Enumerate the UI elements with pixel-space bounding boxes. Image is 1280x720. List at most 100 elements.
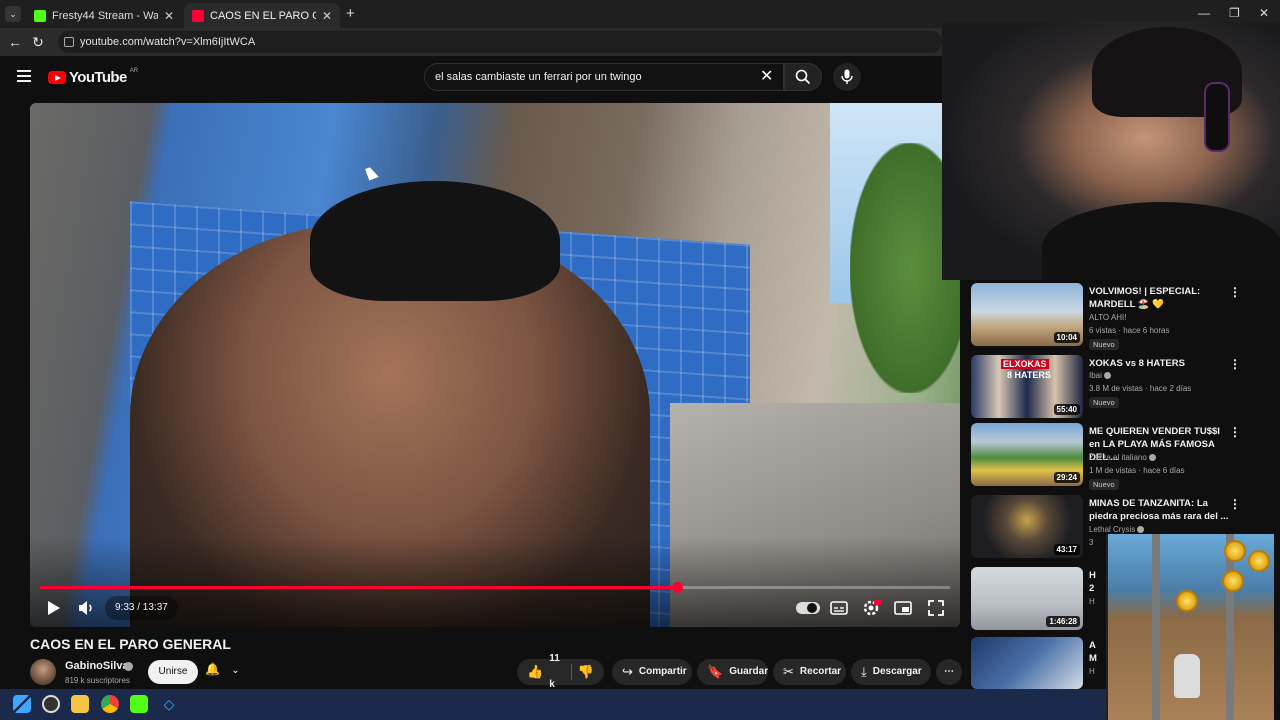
coin-icon bbox=[1176, 590, 1198, 612]
tab-search-button[interactable]: ⌄ bbox=[5, 6, 21, 22]
channel-name[interactable]: ALTO AHI! bbox=[1089, 313, 1127, 322]
recommended-video[interactable]: 29:24 ME QUIEREN VENDER TU$$I en LA PLAY… bbox=[971, 423, 1271, 490]
thumbnail-text: 8 HATERS bbox=[1007, 370, 1051, 380]
download-icon: ⤓ bbox=[861, 664, 867, 679]
notifications-button[interactable]: 🔔 ⌄ bbox=[205, 662, 253, 682]
url-field[interactable]: youtube.com/watch?v=Xlm6IjItWCA bbox=[58, 31, 942, 53]
dislike-icon[interactable]: 👎 bbox=[578, 659, 594, 685]
file-explorer-icon[interactable] bbox=[71, 695, 89, 713]
more-actions-button[interactable]: ⋯ bbox=[936, 659, 962, 685]
close-icon[interactable]: ✕ bbox=[322, 9, 332, 23]
autoplay-toggle[interactable] bbox=[796, 602, 820, 614]
minimize-icon[interactable]: — bbox=[1198, 6, 1210, 20]
game-character bbox=[1174, 654, 1200, 698]
play-icon[interactable] bbox=[42, 598, 64, 618]
scissors-icon: ✂ bbox=[783, 664, 794, 679]
video-title[interactable]: XOKAS vs 8 HATERS bbox=[1089, 357, 1229, 370]
video-thumbnail[interactable]: ELXOKAS 8 HATERS 55:40 bbox=[971, 355, 1083, 418]
video-title: CAOS EN EL PARO GENERAL bbox=[30, 636, 231, 652]
search-button[interactable] bbox=[784, 63, 822, 91]
channel-name[interactable]: H bbox=[1089, 667, 1095, 676]
channel-name[interactable]: Lethal Crysis bbox=[1089, 525, 1145, 534]
video-thumbnail[interactable] bbox=[971, 637, 1083, 689]
video-thumbnail[interactable]: 1:46:28 bbox=[971, 567, 1083, 630]
duration-badge: 29:24 bbox=[1053, 472, 1080, 483]
close-window-icon[interactable]: ✕ bbox=[1259, 6, 1269, 20]
video-meta: 3.8 M de vistas · hace 2 días bbox=[1089, 384, 1192, 393]
search-icon bbox=[795, 69, 811, 85]
bookmark-icon: 🔖 bbox=[707, 664, 724, 679]
windows-taskbar: ◇ bbox=[0, 689, 1106, 720]
channel-name[interactable]: H bbox=[1089, 597, 1095, 606]
video-title[interactable]: H 2 bbox=[1089, 569, 1103, 595]
join-button[interactable]: Unirse bbox=[148, 660, 198, 684]
recommended-video[interactable]: ELXOKAS 8 HATERS 55:40 XOKAS vs 8 HATERS… bbox=[971, 355, 1271, 419]
reload-icon[interactable]: ↻ bbox=[29, 33, 47, 51]
new-badge: Nuevo bbox=[1089, 397, 1119, 408]
save-button[interactable]: 🔖 Guardar bbox=[697, 659, 768, 685]
tab-fresty-stream[interactable]: Fresty44 Stream - Watch Live o ✕ bbox=[26, 3, 182, 28]
restore-icon[interactable]: ❐ bbox=[1229, 6, 1240, 20]
kebab-menu-icon[interactable]: ⋮ bbox=[1229, 357, 1241, 371]
progress-bar[interactable] bbox=[40, 582, 950, 593]
scrubber-handle[interactable] bbox=[672, 582, 683, 593]
settings-gear-icon[interactable] bbox=[860, 598, 882, 618]
volume-icon[interactable] bbox=[75, 598, 97, 618]
channel-label: Lethal Crysis bbox=[1089, 525, 1136, 534]
video-player[interactable]: 9:33 / 13:37 bbox=[30, 103, 960, 627]
chevron-down-icon: ⌄ bbox=[231, 665, 240, 676]
video-title[interactable]: A M bbox=[1089, 639, 1103, 665]
video-title[interactable]: MINAS DE TANZANITA: La piedra preciosa m… bbox=[1089, 497, 1229, 523]
coin-icon bbox=[1248, 550, 1270, 572]
tab-youtube-video[interactable]: CAOS EN EL PARO GENERAL - Y ✕ bbox=[184, 3, 340, 28]
channel-label: Zazza el italiano bbox=[1089, 453, 1147, 462]
kebab-menu-icon[interactable]: ⋮ bbox=[1229, 497, 1241, 511]
channel-avatar[interactable] bbox=[30, 659, 56, 685]
share-icon: ↪ bbox=[622, 664, 633, 679]
channel-name[interactable]: Zazza el italiano bbox=[1089, 453, 1156, 462]
more-icon: ⋯ bbox=[944, 666, 954, 677]
kebab-menu-icon[interactable]: ⋮ bbox=[1229, 425, 1241, 439]
app-icon[interactable]: ◇ bbox=[160, 695, 178, 713]
hamburger-menu-icon[interactable] bbox=[17, 70, 31, 82]
clear-search-icon[interactable]: ✕ bbox=[760, 66, 773, 86]
tab-title: CAOS EN EL PARO GENERAL - Y bbox=[210, 9, 316, 22]
close-icon[interactable]: ✕ bbox=[164, 9, 174, 23]
fullscreen-icon[interactable] bbox=[925, 598, 947, 618]
channel-name[interactable]: Ibai bbox=[1089, 371, 1111, 380]
tab-title: Fresty44 Stream - Watch Live o bbox=[52, 9, 158, 22]
verified-icon bbox=[124, 662, 133, 671]
time-display: 9:33 / 13:37 bbox=[105, 596, 178, 620]
youtube-header: YouTube AR el salas cambiaste un ferrari… bbox=[0, 56, 942, 100]
video-thumbnail[interactable]: 43:17 bbox=[971, 495, 1083, 558]
share-button[interactable]: ↪ Compartir bbox=[612, 659, 692, 685]
chrome-icon[interactable] bbox=[101, 695, 119, 713]
channel-name[interactable]: GabinoSilva bbox=[65, 660, 129, 672]
clip-button[interactable]: ✂ Recortar bbox=[773, 659, 846, 685]
video-thumbnail[interactable]: 10:04 bbox=[971, 283, 1083, 346]
webcam-person-shirt bbox=[1042, 202, 1280, 280]
search-input[interactable]: el salas cambiaste un ferrari por un twi… bbox=[424, 63, 784, 91]
like-icon[interactable]: 👍 bbox=[527, 659, 543, 685]
back-icon[interactable]: ← bbox=[6, 33, 24, 51]
new-badge: Nuevo bbox=[1089, 339, 1119, 350]
video-thumbnail[interactable]: 29:24 bbox=[971, 423, 1083, 486]
miniplayer-icon[interactable] bbox=[892, 598, 914, 618]
recommended-video[interactable]: 10:04 VOLVIMOS! | ESPECIAL: MARDELL 🏖️ 💛… bbox=[971, 283, 1271, 350]
windows-start-icon[interactable] bbox=[13, 695, 31, 713]
save-label: Guardar bbox=[729, 666, 769, 677]
voice-search-button[interactable] bbox=[833, 63, 861, 91]
kick-icon[interactable] bbox=[130, 695, 148, 713]
kick-icon bbox=[34, 9, 46, 22]
obs-icon[interactable] bbox=[42, 695, 60, 713]
video-title[interactable]: VOLVIMOS! | ESPECIAL: MARDELL 🏖️ 💛 bbox=[1089, 285, 1229, 311]
subtitles-icon[interactable] bbox=[828, 598, 850, 618]
duration-badge: 43:17 bbox=[1053, 544, 1080, 555]
youtube-logo[interactable]: YouTube AR bbox=[48, 68, 138, 86]
kebab-menu-icon[interactable]: ⋮ bbox=[1229, 285, 1241, 299]
duration-badge: 55:40 bbox=[1053, 404, 1080, 415]
site-info-icon[interactable] bbox=[64, 37, 74, 47]
download-button[interactable]: ⤓ Descargar bbox=[851, 659, 931, 685]
autoplay-toggle-knob bbox=[807, 603, 817, 613]
new-tab-button[interactable]: + bbox=[346, 5, 355, 22]
